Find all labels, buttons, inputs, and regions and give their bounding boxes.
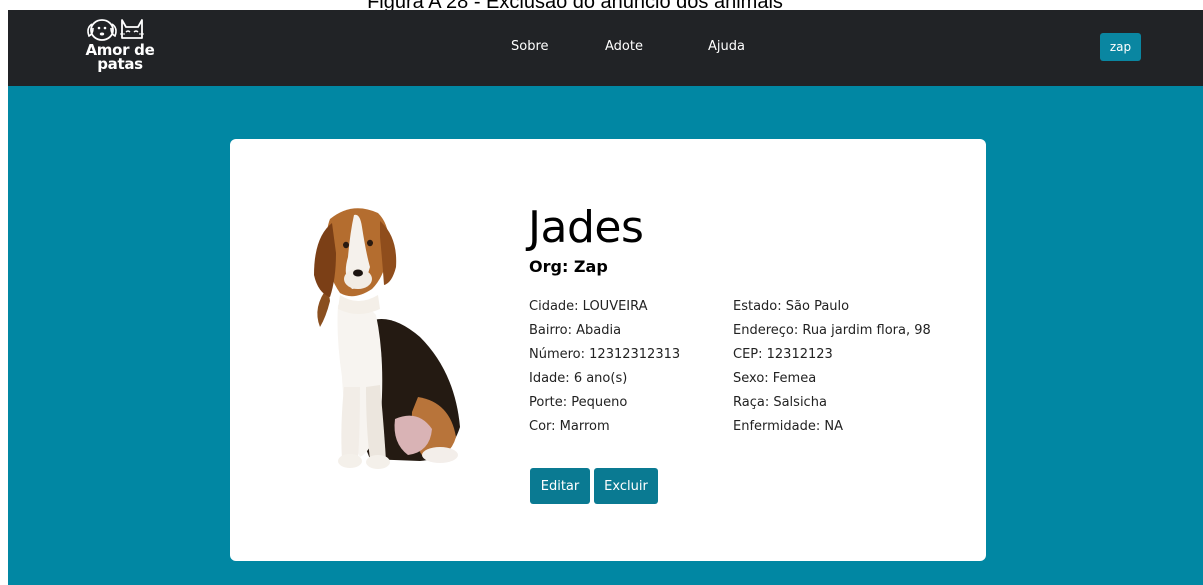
field-enfermidade: Enfermidade: NA xyxy=(733,419,844,434)
nav-link-ajuda[interactable]: Ajuda xyxy=(708,39,745,54)
field-porte: Porte: Pequeno xyxy=(529,395,628,410)
logo-text: Amor de patas xyxy=(80,43,160,73)
delete-button[interactable]: Excluir xyxy=(594,468,658,504)
navbar: Amor de patas Sobre Adote Ajuda zap xyxy=(8,10,1203,86)
field-estado: Estado: São Paulo xyxy=(733,299,850,314)
edit-button[interactable]: Editar xyxy=(530,468,590,504)
beagle-dog-photo xyxy=(314,208,460,469)
app-window: Amor de patas Sobre Adote Ajuda zap Jade… xyxy=(8,10,1203,585)
animal-card: Jades Org: Zap Cidade: LOUVEIRA Bairro: … xyxy=(230,139,986,561)
nav-link-adote[interactable]: Adote xyxy=(605,39,643,54)
animal-name: Jades xyxy=(528,202,644,253)
field-cidade: Cidade: LOUVEIRA xyxy=(529,299,648,314)
user-account-button[interactable]: zap xyxy=(1100,33,1141,61)
nav-link-sobre[interactable]: Sobre xyxy=(511,39,549,54)
dog-and-cat-icon xyxy=(87,19,144,41)
field-endereco: Endereço: Rua jardim flora, 98 xyxy=(733,323,931,338)
field-numero: Número: 12312312313 xyxy=(529,347,681,362)
animal-org: Org: Zap xyxy=(529,257,608,276)
field-raca: Raça: Salsicha xyxy=(733,395,827,410)
field-cep: CEP: 12312123 xyxy=(733,347,833,362)
details-right-column: Estado: São Paulo Endereço: Rua jardim f… xyxy=(733,299,931,443)
logo[interactable]: Amor de patas xyxy=(80,16,166,80)
field-cor: Cor: Marrom xyxy=(529,419,610,434)
details-left-column: Cidade: LOUVEIRA Bairro: Abadia Número: … xyxy=(529,299,680,443)
field-sexo: Sexo: Femea xyxy=(733,371,817,386)
field-bairro: Bairro: Abadia xyxy=(529,323,622,338)
field-idade: Idade: 6 ano(s) xyxy=(529,371,628,386)
logo-line-2: patas xyxy=(97,55,143,73)
